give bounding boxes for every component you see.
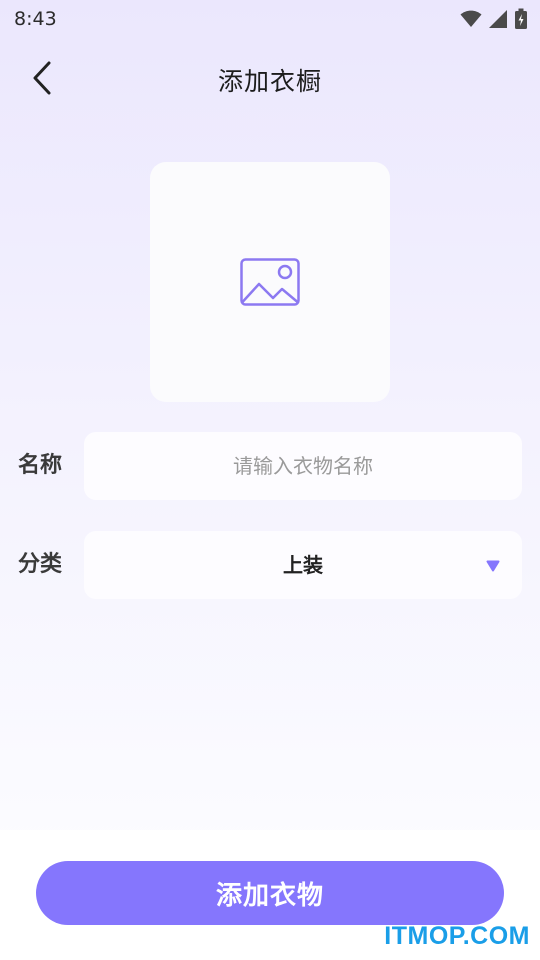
image-placeholder-icon	[240, 258, 300, 306]
category-select[interactable]: 上装	[84, 531, 522, 599]
header: 添加衣橱	[0, 50, 540, 106]
watermark-logo: ITMOP.COM	[384, 922, 530, 950]
page-title: 添加衣橱	[217, 67, 322, 96]
wifi-icon	[460, 10, 482, 27]
category-row: 分类 上装	[0, 531, 540, 599]
category-value: 上装	[283, 553, 323, 577]
name-field	[84, 432, 522, 500]
add-clothing-button[interactable]: 添加衣物	[36, 861, 504, 925]
category-label: 分类	[18, 552, 63, 577]
battery-icon	[515, 8, 527, 29]
name-label: 名称	[18, 453, 63, 478]
signal-icon	[489, 10, 507, 28]
triangle-down-icon	[486, 560, 500, 572]
status-time: 8:43	[14, 8, 57, 30]
status-icons	[460, 8, 528, 30]
image-picker[interactable]	[150, 162, 390, 402]
name-input[interactable]	[84, 432, 522, 500]
name-row: 名称	[0, 432, 540, 500]
status-bar: 8:43	[0, 0, 540, 38]
